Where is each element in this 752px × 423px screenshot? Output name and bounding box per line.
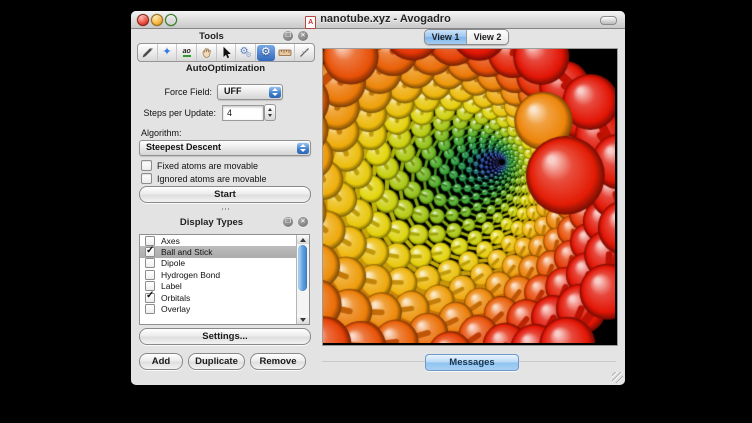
scrollbar-thumb[interactable] <box>298 245 307 291</box>
selection-tool-icon[interactable] <box>217 44 237 61</box>
minimize-window-icon[interactable] <box>151 14 163 26</box>
zoom-window-icon[interactable] <box>165 14 177 26</box>
messages-button[interactable]: Messages <box>425 354 519 371</box>
display-type-row[interactable]: Dipole <box>140 258 309 269</box>
checkbox-icon <box>141 160 152 171</box>
unchecked-checkbox-icon[interactable] <box>145 258 155 268</box>
navigate-star-icon: ✦ <box>162 47 171 58</box>
document-icon: A <box>305 16 316 29</box>
view-tabbar: View 1 View 2 <box>424 29 509 45</box>
window-title: Ananotube.xyz - Avogadro <box>191 11 565 28</box>
display-type-row[interactable]: Axes <box>140 235 309 246</box>
unchecked-checkbox-icon[interactable] <box>145 270 155 280</box>
steps-stepper[interactable] <box>264 104 276 121</box>
settings-button[interactable]: Settings... <box>139 328 311 345</box>
force-field-label: Force Field: <box>132 87 212 97</box>
display-type-row[interactable]: ✓ Orbitals <box>140 292 309 303</box>
checkbox-icon <box>141 173 152 184</box>
resize-grip-icon[interactable] <box>612 372 623 383</box>
algorithm-select[interactable]: Steepest Descent <box>139 140 311 156</box>
remove-button[interactable]: Remove <box>250 353 306 370</box>
tool-toolbar: ✦ao⚙⚙⚙ <box>137 43 315 62</box>
add-button[interactable]: Add <box>139 353 183 370</box>
display-type-row[interactable]: ✓ Ball and Stick <box>140 246 309 257</box>
align-tool-icon[interactable] <box>295 44 314 61</box>
window-titlebar[interactable]: Ananotube.xyz - Avogadro <box>131 11 625 29</box>
manipulate-tool-icon[interactable] <box>197 44 217 61</box>
gear-icon: ⚙ <box>261 47 271 58</box>
bondcentric-ao-icon: ao <box>183 48 191 57</box>
display-type-label: Ball and Stick <box>161 247 213 257</box>
autorotate-tool-icon[interactable]: ⚙⚙ <box>236 44 256 61</box>
popup-arrows-icon <box>269 86 281 98</box>
steps-per-update-label: Steps per Update: <box>132 108 216 118</box>
bondcentric-tool-icon[interactable]: ao <box>177 44 197 61</box>
display-type-label: Axes <box>161 236 180 246</box>
dock-splitter[interactable] <box>132 206 319 211</box>
display-type-row[interactable]: Overlay <box>140 303 309 314</box>
display-types-panel-title: Display Types <box>132 217 291 229</box>
close-window-icon[interactable] <box>137 14 149 26</box>
display-panel-float-button[interactable]: ❒ <box>283 217 293 227</box>
display-type-label: Overlay <box>161 304 190 314</box>
unchecked-checkbox-icon[interactable] <box>145 304 155 314</box>
toolbar-toggle-button[interactable] <box>600 16 617 25</box>
display-list-scrollbar[interactable] <box>296 235 309 324</box>
fixed-atoms-checkbox[interactable]: Fixed atoms are movable <box>141 160 258 171</box>
display-type-label: Orbitals <box>161 293 190 303</box>
popup-arrows-icon <box>297 142 309 154</box>
avogadro-window: Ananotube.xyz - Avogadro Tools ❒ ✕ ✦ao⚙⚙… <box>131 11 625 385</box>
display-type-row[interactable]: Label <box>140 281 309 292</box>
tools-panel-float-button[interactable]: ❒ <box>283 31 293 41</box>
force-field-select[interactable]: UFF <box>217 84 283 100</box>
start-button[interactable]: Start <box>139 186 311 203</box>
autooptimization-heading: AutoOptimization <box>132 63 319 74</box>
tab-view-2[interactable]: View 2 <box>466 30 508 44</box>
gl-viewport[interactable] <box>322 48 618 346</box>
nanotube-render-canvas[interactable] <box>323 49 615 343</box>
steps-per-update-field[interactable]: 4 <box>222 105 264 121</box>
duplicate-button[interactable]: Duplicate <box>188 353 245 370</box>
display-type-label: Label <box>161 281 182 291</box>
measure-tool-icon[interactable] <box>276 44 296 61</box>
navigate-tool-icon[interactable]: ✦ <box>158 44 178 61</box>
tools-panel-close-button[interactable]: ✕ <box>298 31 308 41</box>
display-types-rows: Axes ✓ Ball and StickDipole Hydrogen BondLa… <box>140 235 309 315</box>
display-type-row[interactable]: Hydrogen Bond <box>140 269 309 280</box>
left-dock: Tools ❒ ✕ ✦ao⚙⚙⚙ AutoOptimization Force … <box>132 29 320 384</box>
display-panel-close-button[interactable]: ✕ <box>298 217 308 227</box>
gear-icon: ⚙ <box>246 52 252 59</box>
display-types-list: Axes ✓ Ball and StickDipole Hydrogen BondLa… <box>139 234 310 325</box>
scroll-down-icon[interactable] <box>297 315 309 324</box>
screen: Ananotube.xyz - Avogadro Tools ❒ ✕ ✦ao⚙⚙… <box>0 0 752 423</box>
display-type-label: Dipole <box>161 258 185 268</box>
scroll-up-icon[interactable] <box>297 235 309 244</box>
autooptimize-tool-icon[interactable]: ⚙ <box>257 45 276 61</box>
checked-checkbox-icon[interactable]: ✓ <box>145 293 155 303</box>
checked-checkbox-icon[interactable]: ✓ <box>145 247 155 257</box>
algorithm-label: Algorithm: <box>141 128 182 138</box>
right-pane: View 1 View 2 Messages <box>319 29 624 384</box>
ignored-atoms-checkbox[interactable]: Ignored atoms are movable <box>141 173 267 184</box>
draw-tool-icon[interactable] <box>138 44 158 61</box>
tools-panel-title: Tools <box>132 31 291 43</box>
tab-view-1[interactable]: View 1 <box>425 30 466 44</box>
display-type-label: Hydrogen Bond <box>161 270 220 280</box>
